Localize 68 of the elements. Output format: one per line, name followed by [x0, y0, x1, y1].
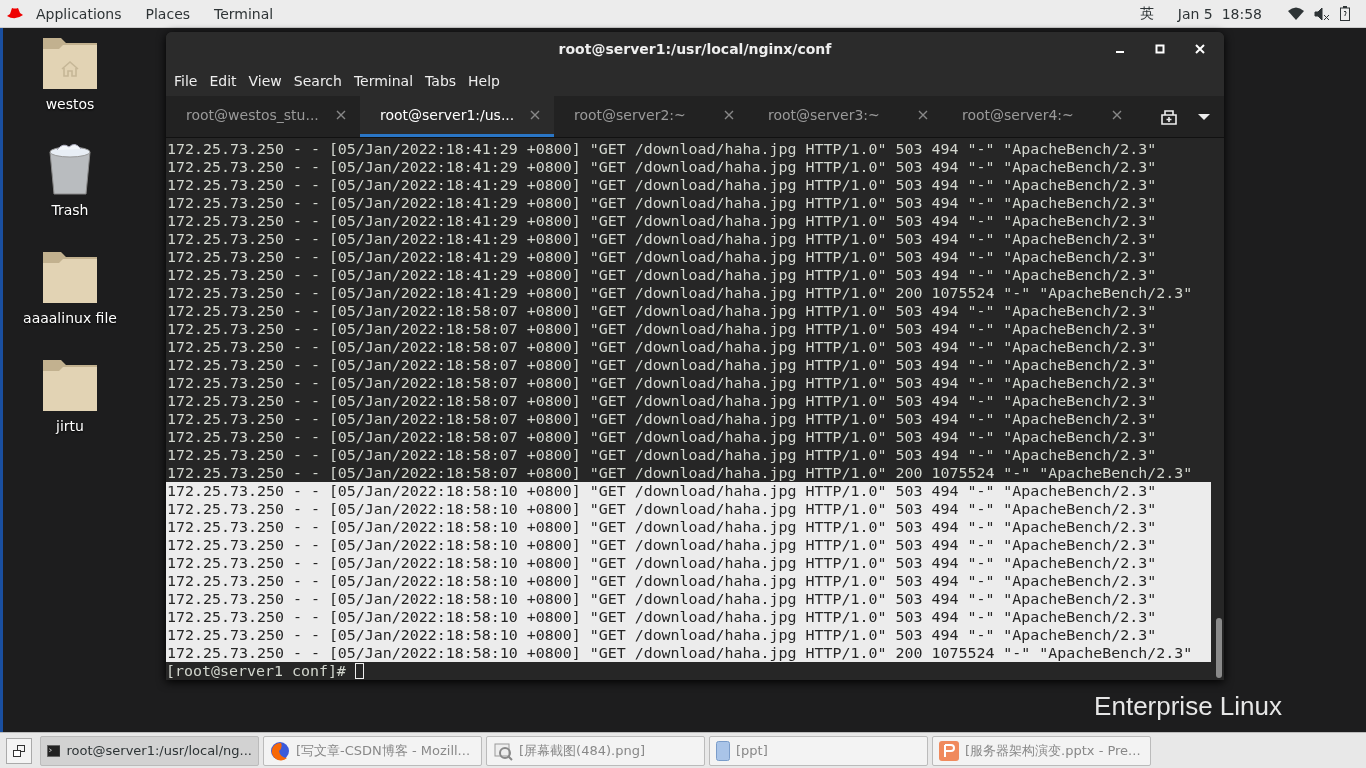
dropdown-caret-icon[interactable] [1198, 112, 1210, 121]
log-line: 172.25.73.250 - - [05/Jan/2022:18:58:07 +0800] "GET /download/haha.jpg HTTP/1.0" 503 494 "-" "ApacheBench/2.3" [166, 356, 1158, 374]
terminal-tab[interactable]: root@server3:~ [748, 96, 942, 137]
menu-item[interactable]: Help [462, 72, 506, 89]
windows-icon [12, 743, 26, 758]
terminal-tab[interactable]: root@server4:~ [942, 96, 1136, 137]
top-menu[interactable]: Places [133, 5, 203, 22]
close-tab-icon[interactable] [1112, 110, 1122, 121]
clock[interactable]: Jan 5 18:58 [1165, 5, 1274, 22]
log-line: 172.25.73.250 - - [05/Jan/2022:18:41:29 +0800] "GET /download/haha.jpg HTTP/1.0" 503 494 "-" "ApacheBench/2.3" [166, 230, 1158, 248]
folder-icon [42, 358, 98, 412]
log-line: 172.25.73.250 - - [05/Jan/2022:18:58:07 +0800] "GET /download/haha.jpg HTTP/1.0" 503 494 "-" "ApacheBench/2.3" [166, 374, 1158, 392]
volume-muted-icon[interactable] [1314, 6, 1330, 21]
close-tab-icon[interactable] [918, 110, 928, 121]
desktop-icon-label[interactable]: jirtu [56, 418, 84, 434]
input-method-indicator[interactable]: 英 [1127, 4, 1166, 23]
log-line: 172.25.73.250 - - [05/Jan/2022:18:58:07 +0800] "GET /download/haha.jpg HTTP/1.0" 503 494 "-" "ApacheBench/2.3" [166, 410, 1158, 428]
log-line: 172.25.73.250 - - [05/Jan/2022:18:58:07 +0800] "GET /download/haha.jpg HTTP/1.0" 503 494 "-" "ApacheBench/2.3" [166, 392, 1158, 410]
scrollbar-thumb[interactable] [1216, 618, 1222, 678]
log-line: 172.25.73.250 - - [05/Jan/2022:18:41:29 +0800] "GET /download/haha.jpg HTTP/1.0" 200 1075524 "-" "ApacheBench/2.3" [166, 284, 1194, 302]
menu-item[interactable]: File [168, 72, 204, 89]
new-tab-icon[interactable] [1160, 108, 1178, 125]
desktop-icon-label[interactable]: Trash [51, 202, 89, 218]
menu-item[interactable]: Edit [203, 72, 243, 89]
menu-item[interactable]: Search [287, 72, 348, 89]
log-line: 172.25.73.250 - - [05/Jan/2022:18:58:07 +0800] "GET /download/haha.jpg HTTP/1.0" 503 494 "-" "ApacheBench/2.3" [166, 446, 1158, 464]
browser-globe-icon [270, 740, 290, 761]
desktop-icon-label[interactable]: aaaalinux file [23, 310, 117, 326]
log-line: 172.25.73.250 - - [05/Jan/2022:18:41:29 +0800] "GET /download/haha.jpg HTTP/1.0" 503 494 "-" "ApacheBench/2.3" [166, 176, 1158, 194]
terminal-tab[interactable]: root@westos_stu... [166, 96, 360, 137]
hat-icon [6, 7, 24, 20]
slides-icon [939, 740, 959, 761]
log-line: 172.25.73.250 - - [05/Jan/2022:18:58:07 +0800] "GET /download/haha.jpg HTTP/1.0" 503 494 "-" "ApacheBench/2.3" [166, 302, 1158, 320]
close-tab-icon[interactable] [336, 110, 346, 121]
terminal-tab[interactable]: root@server1:/us... [360, 96, 554, 137]
menu-item[interactable]: Terminal [347, 72, 420, 89]
folder-icon [42, 250, 98, 304]
log-line: 172.25.73.250 - - [05/Jan/2022:18:58:07 +0800] "GET /download/haha.jpg HTTP/1.0" 503 494 "-" "ApacheBench/2.3" [166, 320, 1158, 338]
image-viewer-icon [493, 740, 513, 761]
menu-item[interactable]: Tabs [419, 72, 463, 89]
top-menu[interactable]: Terminal [202, 5, 286, 22]
close-tab-icon[interactable] [724, 110, 734, 121]
document-icon [716, 740, 730, 761]
taskbar-window-button[interactable]: root@server1:/usr/local/ng... [40, 735, 259, 766]
log-line: 172.25.73.250 - - [05/Jan/2022:18:41:29 +0800] "GET /download/haha.jpg HTTP/1.0" 503 494 "-" "ApacheBench/2.3" [166, 266, 1158, 284]
close-tab-icon[interactable] [530, 110, 540, 121]
top-menu[interactable]: Applications [24, 5, 134, 22]
log-line: 172.25.73.250 - - [05/Jan/2022:18:41:29 +0800] "GET /download/haha.jpg HTTP/1.0" 503 494 "-" "ApacheBench/2.3" [166, 194, 1158, 212]
log-line: 172.25.73.250 - - [05/Jan/2022:18:41:29 +0800] "GET /download/haha.jpg HTTP/1.0" 503 494 "-" "ApacheBench/2.3" [166, 158, 1158, 176]
shell-prompt: [root@server1 conf]# [166, 662, 346, 680]
battery-icon[interactable] [1340, 6, 1350, 21]
log-line: 172.25.73.250 - - [05/Jan/2022:18:41:29 +0800] "GET /download/haha.jpg HTTP/1.0" 503 494 "-" "ApacheBench/2.3" [166, 212, 1158, 230]
log-line: 172.25.73.250 - - [05/Jan/2022:18:58:07 +0800] "GET /download/haha.jpg HTTP/1.0" 503 494 "-" "ApacheBench/2.3" [166, 428, 1158, 446]
log-line: 172.25.73.250 - - [05/Jan/2022:18:58:07 +0800] "GET /download/haha.jpg HTTP/1.0" 200 1075524 "-" "ApacheBench/2.3" [166, 464, 1194, 482]
text-cursor [354, 663, 364, 679]
desktop-icon-label[interactable]: westos [45, 96, 95, 112]
wifi-icon[interactable] [1288, 7, 1304, 20]
log-line: 172.25.73.250 - - [05/Jan/2022:18:41:29 +0800] "GET /download/haha.jpg HTTP/1.0" 503 494 "-" "ApacheBench/2.3" [166, 140, 1158, 158]
trash-icon [47, 144, 93, 196]
terminal-icon [47, 742, 61, 759]
home-folder-icon [42, 36, 98, 90]
window-title: root@server1:/usr/local/nginx/conf [558, 40, 832, 57]
log-line: 172.25.73.250 - - [05/Jan/2022:18:58:07 +0800] "GET /download/haha.jpg HTTP/1.0" 503 494 "-" "ApacheBench/2.3" [166, 338, 1158, 356]
menu-item[interactable]: View [242, 72, 288, 89]
log-line: 172.25.73.250 - - [05/Jan/2022:18:41:29 +0800] "GET /download/haha.jpg HTTP/1.0" 503 494 "-" "ApacheBench/2.3" [166, 248, 1158, 266]
show-desktop-button[interactable] [6, 737, 32, 764]
terminal-tab[interactable]: root@server2:~ [554, 96, 748, 137]
wallpaper-text: Enterprise Linux [1094, 691, 1282, 722]
